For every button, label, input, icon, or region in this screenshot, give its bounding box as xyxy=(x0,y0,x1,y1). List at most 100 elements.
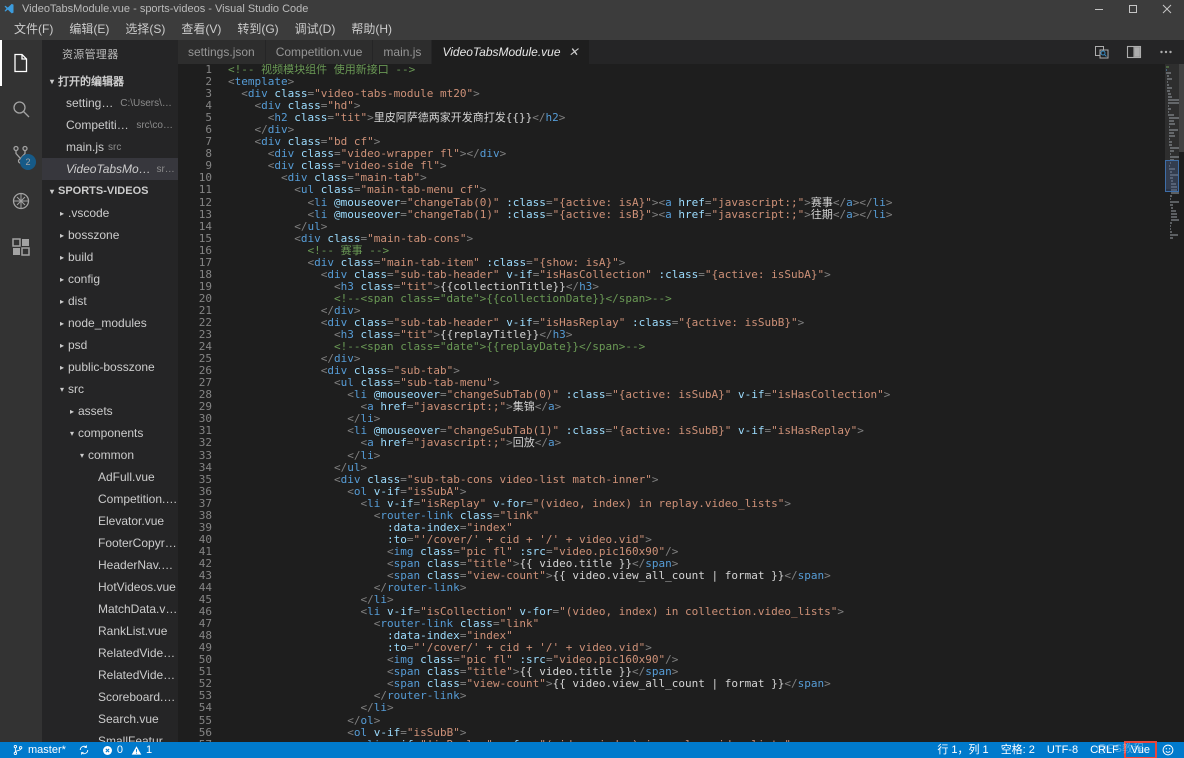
minimap-line xyxy=(1170,228,1171,230)
scrollbar-thumb[interactable] xyxy=(1179,64,1184,152)
editor-tab[interactable]: settings.json xyxy=(178,40,266,64)
status-encoding[interactable]: UTF-8 xyxy=(1041,742,1084,758)
minimap-line xyxy=(1166,69,1167,71)
editor-tab[interactable]: main.js xyxy=(373,40,433,64)
menu-help[interactable]: 帮助(H) xyxy=(343,19,400,39)
tree-item-label: assets xyxy=(78,404,113,418)
tree-file[interactable]: Elevator.vue xyxy=(42,510,178,532)
tree-file[interactable]: Scoreboard.vue xyxy=(42,686,178,708)
editor-tab-label: main.js xyxy=(383,45,422,59)
more-actions-icon[interactable] xyxy=(1156,40,1176,64)
status-sync[interactable] xyxy=(72,742,96,758)
section-project-root[interactable]: ▾ SPORTS-VIDEOS xyxy=(42,180,178,202)
status-language-mode[interactable]: Vue xyxy=(1123,741,1158,758)
activity-source-control[interactable]: 2 xyxy=(0,132,42,178)
minimap-line xyxy=(1166,66,1169,68)
tree-file[interactable]: RelatedVideoModule... xyxy=(42,642,178,664)
chevron-down-icon: ▾ xyxy=(49,76,54,86)
open-editor-item[interactable]: VideoTabsModule.vuesrc\c... xyxy=(42,158,178,180)
vscode-logo-icon xyxy=(0,0,18,18)
split-editor-icon[interactable] xyxy=(1124,40,1144,64)
activity-debug[interactable] xyxy=(0,178,42,224)
activity-explorer[interactable] xyxy=(0,40,42,86)
tree-item-label: public-bosszone xyxy=(68,360,155,374)
tree-file[interactable]: MatchData.vue xyxy=(42,598,178,620)
open-editor-item[interactable]: settings.json C:\Users\marsli... xyxy=(42,92,178,114)
chevron-right-icon: ▸ xyxy=(59,252,64,262)
activity-search[interactable] xyxy=(0,86,42,132)
status-eol[interactable]: CRLF xyxy=(1084,742,1125,758)
close-button[interactable] xyxy=(1150,0,1184,18)
tree-file[interactable]: AdFull.vue xyxy=(42,466,178,488)
code-text[interactable]: 1 <!-- 视频模块组件 使用新接口 --> 2 <template> 3 <div … xyxy=(178,64,1165,742)
section-open-editors[interactable]: ▾ 打开的编辑器 xyxy=(42,70,178,92)
menu-go[interactable]: 转到(G) xyxy=(229,19,286,39)
open-editor-item[interactable]: main.js src xyxy=(42,136,178,158)
tree-item-label: psd xyxy=(68,338,88,352)
explorer-tree[interactable]: ▾ 打开的编辑器 settings.json C:\Users\marsli...… xyxy=(42,70,178,742)
tree-file[interactable]: SmallFeature.vue xyxy=(42,730,178,742)
menu-file[interactable]: 文件(F) xyxy=(6,19,61,39)
menu-view[interactable]: 查看(V) xyxy=(173,19,229,39)
tree-item-label: HotVideos.vue xyxy=(98,580,176,594)
status-indentation[interactable]: 空格: 2 xyxy=(995,742,1041,758)
tree-folder[interactable]: ▸ config xyxy=(42,268,178,290)
menu-selection[interactable]: 选择(S) xyxy=(117,19,173,39)
tree-folder[interactable]: ▸ node_modules xyxy=(42,312,178,334)
menu-debug[interactable]: 调试(D) xyxy=(287,19,344,39)
line-number: 54 xyxy=(198,701,212,715)
tree-item-label: components xyxy=(78,426,144,440)
window-title: VideoTabsModule.vue - sports-videos - Vi… xyxy=(22,3,309,15)
close-tab-icon[interactable]: ✕ xyxy=(569,45,579,59)
tree-folder[interactable]: ▾ components xyxy=(42,422,178,444)
tree-file[interactable]: HotVideos.vue xyxy=(42,576,178,598)
tree-file[interactable]: Competition.vue xyxy=(42,488,178,510)
minimap-line xyxy=(1170,222,1172,224)
line-number: 55 xyxy=(198,713,212,727)
open-editor-item[interactable]: Competition.vue src\compo... xyxy=(42,114,178,136)
editor-tab[interactable]: Competition.vue xyxy=(265,40,374,64)
status-feedback[interactable] xyxy=(1156,742,1180,758)
code-editor[interactable]: 1 <!-- 视频模块组件 使用新接口 --> 2 <template> 3 <div … xyxy=(178,64,1184,742)
minimap-line xyxy=(1170,234,1178,236)
code-viewport[interactable]: 1 <!-- 视频模块组件 使用新接口 --> 2 <template> 3 <div … xyxy=(178,64,1165,742)
tree-folder[interactable]: ▸ bosszone xyxy=(42,224,178,246)
tree-file[interactable]: FooterCopyright.vue xyxy=(42,532,178,554)
search-icon xyxy=(13,101,30,118)
minimap-line xyxy=(1168,108,1171,110)
tree-folder[interactable]: ▸ psd xyxy=(42,334,178,356)
open-editors-label: 打开的编辑器 xyxy=(58,76,124,88)
minimize-button[interactable] xyxy=(1082,0,1116,18)
open-editor-path: src xyxy=(108,141,122,153)
open-preview-to-side-icon[interactable] xyxy=(1092,40,1112,64)
tree-folder[interactable]: ▸ assets xyxy=(42,400,178,422)
tree-folder[interactable]: ▸ .vscode xyxy=(42,202,178,224)
tree-folder[interactable]: ▸ build xyxy=(42,246,178,268)
maximize-button[interactable] xyxy=(1116,0,1150,18)
status-branch[interactable]: master* xyxy=(6,742,72,758)
tree-folder[interactable]: ▾ src xyxy=(42,378,178,400)
minimap-line xyxy=(1170,204,1173,206)
tree-folder[interactable]: ▸ dist xyxy=(42,290,178,312)
tree-file[interactable]: RelatedVideos.vue xyxy=(42,664,178,686)
status-right: 行 1，列 1 空格: 2 UTF-8 CRLF Vue xyxy=(931,741,1184,758)
editor-vertical-scrollbar[interactable] xyxy=(1179,64,1184,742)
menu-edit[interactable]: 编辑(E) xyxy=(61,19,117,39)
editor-tab[interactable]: VideoTabsModule.vue ✕ xyxy=(432,40,590,64)
tree-folder[interactable]: ▾ common xyxy=(42,444,178,466)
minimap-line xyxy=(1167,78,1172,80)
status-problems[interactable]: 0 1 xyxy=(96,742,158,758)
line-number: 15 xyxy=(198,231,212,245)
editor-tab-label: VideoTabsModule.vue xyxy=(442,45,561,59)
minimap[interactable] xyxy=(1165,64,1180,742)
editor-tabs: settings.json Competition.vue main.js Video… xyxy=(178,40,590,64)
line-number: 14 xyxy=(198,219,212,233)
activity-extensions[interactable] xyxy=(0,224,42,270)
status-cursor-position[interactable]: 行 1，列 1 xyxy=(931,742,994,758)
minimap-line xyxy=(1171,216,1177,218)
tree-file[interactable]: HeaderNav.vue xyxy=(42,554,178,576)
tree-folder[interactable]: ▸ public-bosszone xyxy=(42,356,178,378)
tree-file[interactable]: RankList.vue xyxy=(42,620,178,642)
tree-file[interactable]: Search.vue xyxy=(42,708,178,730)
source-control-badge: 2 xyxy=(20,154,36,170)
